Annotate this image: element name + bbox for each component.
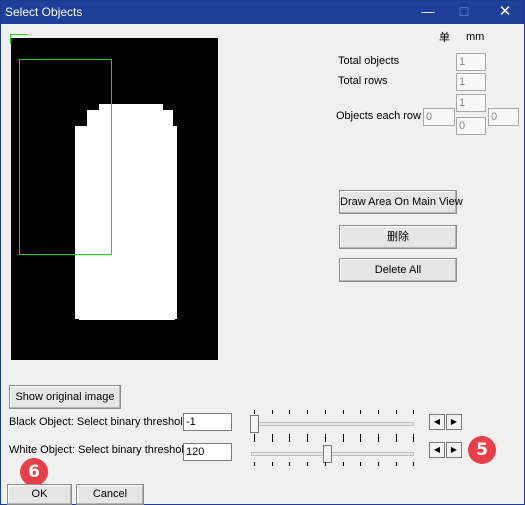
show-original-image-button[interactable]: Show original image xyxy=(9,385,121,409)
slider-tick xyxy=(254,462,255,466)
white-threshold-slider-track[interactable] xyxy=(251,452,414,456)
ok-button[interactable]: OK xyxy=(7,484,72,505)
maximize-icon: ☐ xyxy=(458,5,470,19)
white-threshold-label: White Object: Select binary threshold xyxy=(9,444,190,456)
slider-tick xyxy=(324,410,326,414)
black-threshold-input[interactable]: -1 xyxy=(183,413,232,431)
slider-tick xyxy=(360,438,362,442)
slider-tick xyxy=(413,462,415,466)
slider-tick xyxy=(377,410,379,414)
slider-tick xyxy=(289,462,291,466)
close-icon[interactable]: ✕ xyxy=(488,1,522,24)
slider-tick xyxy=(289,410,291,414)
slider-tick xyxy=(413,410,415,414)
slider-tick xyxy=(377,438,379,442)
black-threshold-decrement[interactable]: ◀ xyxy=(429,414,445,430)
slider-tick xyxy=(271,462,273,466)
delete-all-button[interactable]: Delete All xyxy=(339,258,457,282)
slider-tick xyxy=(342,410,344,414)
total-objects-field: 1 xyxy=(456,53,486,71)
slider-tick xyxy=(271,438,273,442)
slider-tick xyxy=(342,438,344,442)
delete-button[interactable]: 删除 xyxy=(339,225,457,249)
slider-tick xyxy=(307,438,309,442)
slider-tick xyxy=(395,438,397,442)
window-title: Select Objects xyxy=(5,5,83,19)
objects-each-row-top-field: 1 xyxy=(456,94,486,112)
white-threshold-input[interactable]: 120 xyxy=(183,443,232,461)
objects-each-row-center-field: 0 xyxy=(456,117,486,135)
black-threshold-slider-thumb[interactable] xyxy=(250,415,259,433)
objects-each-row-label: Objects each row xyxy=(336,110,421,122)
total-rows-field: 1 xyxy=(456,73,486,91)
black-threshold-label: Black Object: Select binary threshold xyxy=(9,416,189,428)
minimize-icon[interactable]: — xyxy=(411,1,445,24)
slider-tick xyxy=(342,462,344,466)
white-threshold-decrement[interactable]: ◀ xyxy=(429,442,445,458)
binary-preview-canvas[interactable] xyxy=(11,38,218,360)
unit-label-pieces: 单 xyxy=(439,32,450,44)
white-threshold-slider-thumb[interactable] xyxy=(323,445,332,463)
slider-tick xyxy=(395,410,397,414)
white-object-bottom xyxy=(79,288,175,320)
slider-tick xyxy=(289,438,291,442)
title-bar: Select Objects — ☐ ✕ xyxy=(1,1,524,24)
draw-area-button[interactable]: Draw Area On Main View xyxy=(339,190,463,214)
slider-tick xyxy=(324,438,326,442)
step-5-badge: 5 xyxy=(468,436,496,464)
slider-tick xyxy=(324,462,326,466)
total-rows-label: Total rows xyxy=(338,75,388,87)
black-threshold-increment[interactable]: ▶ xyxy=(446,414,462,430)
selection-rectangle[interactable] xyxy=(19,59,112,255)
step-6-badge: 6 xyxy=(20,458,48,486)
objects-each-row-left-field: 0 xyxy=(423,108,455,126)
slider-tick xyxy=(360,462,362,466)
cancel-button[interactable]: Cancel xyxy=(76,484,144,505)
slider-tick xyxy=(254,438,255,442)
black-threshold-slider-track[interactable] xyxy=(251,422,414,426)
slider-tick xyxy=(413,438,415,442)
unit-label-mm: mm xyxy=(466,31,485,43)
slider-tick xyxy=(271,410,273,414)
slider-tick xyxy=(307,410,309,414)
objects-each-row-right-field: 0 xyxy=(488,108,519,126)
white-threshold-increment[interactable]: ▶ xyxy=(446,442,462,458)
total-objects-label: Total objects xyxy=(338,55,400,67)
slider-tick xyxy=(377,462,379,466)
slider-tick xyxy=(360,410,362,414)
slider-tick xyxy=(254,410,255,414)
select-objects-dialog: Select Objects — ☐ ✕ 单 mm Total objects … xyxy=(0,0,525,505)
slider-tick xyxy=(395,462,397,466)
slider-tick xyxy=(307,462,309,466)
